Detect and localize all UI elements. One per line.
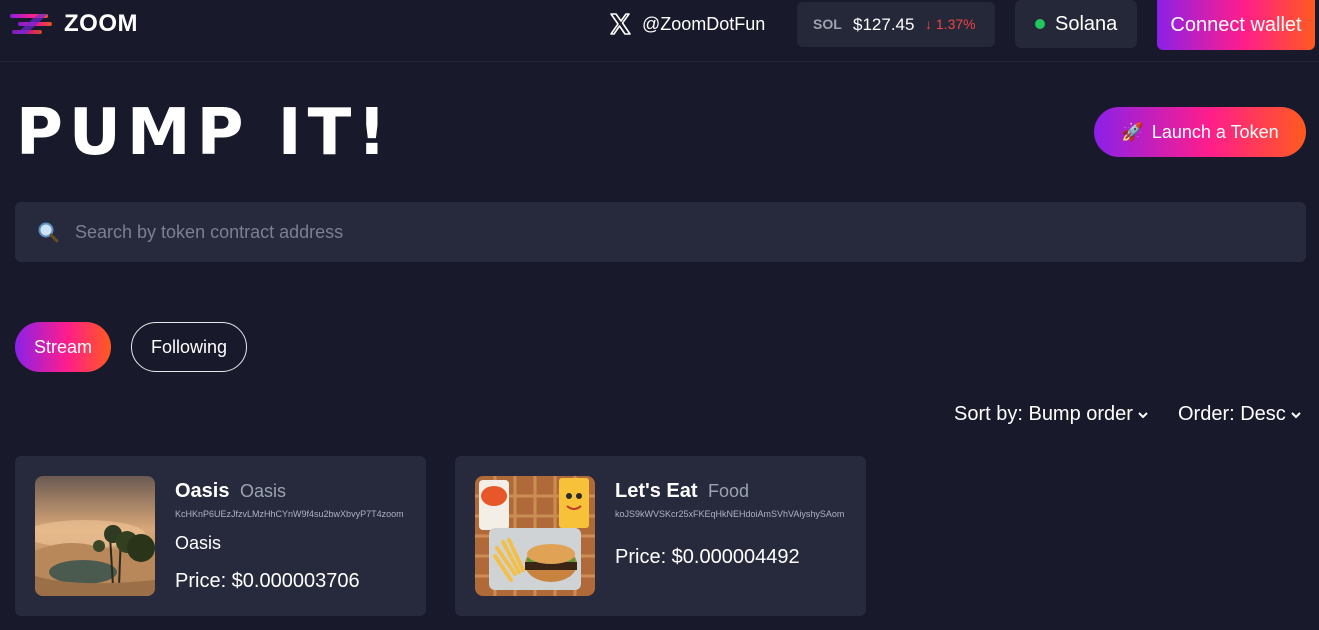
sol-ticker: SOL <box>813 16 842 32</box>
order-label: Order: Desc <box>1178 403 1286 425</box>
token-ticker: Food <box>708 481 750 501</box>
launch-token-button[interactable]: 🚀 Launch a Token <box>1094 107 1306 157</box>
sort-by-dropdown[interactable]: Sort by: Bump order <box>954 403 1149 426</box>
sol-change: ↓ 1.37% <box>925 16 976 32</box>
x-twitter-icon[interactable] <box>608 12 632 36</box>
token-price: Price: $0.000004492 <box>615 546 800 568</box>
rocket-icon: 🚀 <box>1121 121 1144 142</box>
token-card[interactable]: Let's Eat Food koJS9kWVSKcr25xFKEqHkNEHd… <box>455 456 866 616</box>
page-title: PUMP IT! <box>16 96 393 170</box>
token-image <box>35 476 155 596</box>
brand-name[interactable]: ZOOM <box>64 10 138 38</box>
sol-price-widget: SOL $127.45 ↓ 1.37% <box>797 2 995 47</box>
order-dropdown[interactable]: Order: Desc <box>1178 403 1302 426</box>
search-icon <box>38 222 59 243</box>
token-description: Oasis <box>175 533 222 553</box>
search-input[interactable] <box>75 216 1275 248</box>
chevron-down-icon <box>1138 411 1148 418</box>
token-image <box>475 476 595 596</box>
launch-token-label: Launch a Token <box>1151 121 1279 142</box>
token-card[interactable]: Oasis Oasis KcHKnP6UEzJfzvLMzHhCYnW9f4su… <box>15 456 426 616</box>
search-bar <box>15 202 1306 262</box>
zoom-logo-icon[interactable] <box>8 10 54 40</box>
network-selector[interactable]: Solana <box>1015 0 1137 48</box>
connect-wallet-button[interactable]: Connect wallet <box>1157 0 1315 50</box>
twitter-handle-link[interactable]: @ZoomDotFun <box>642 14 765 35</box>
token-price: Price: $0.000003706 <box>175 570 360 592</box>
token-address: koJS9kWVSKcr25xFKEqHkNEHdoiAmSVhVAiyshyS… <box>615 509 845 519</box>
token-ticker: Oasis <box>240 481 287 501</box>
top-nav: ZOOM @ZoomDotFun SOL $127.45 ↓ 1.37% Sol… <box>0 0 1319 62</box>
token-name: Oasis <box>175 480 230 502</box>
tab-stream[interactable]: Stream <box>15 322 111 372</box>
token-address: KcHKnP6UEzJfzvLMzHhCYnW9f4su2bwXbvyP7T4z… <box>175 509 404 519</box>
network-status-dot <box>1035 19 1045 29</box>
network-label: Solana <box>1055 13 1118 35</box>
chevron-down-icon <box>1291 411 1301 418</box>
tab-following[interactable]: Following <box>131 322 247 372</box>
sort-by-label: Sort by: Bump order <box>954 403 1133 425</box>
token-name: Let's Eat <box>615 480 698 502</box>
sol-price: $127.45 <box>853 15 915 34</box>
